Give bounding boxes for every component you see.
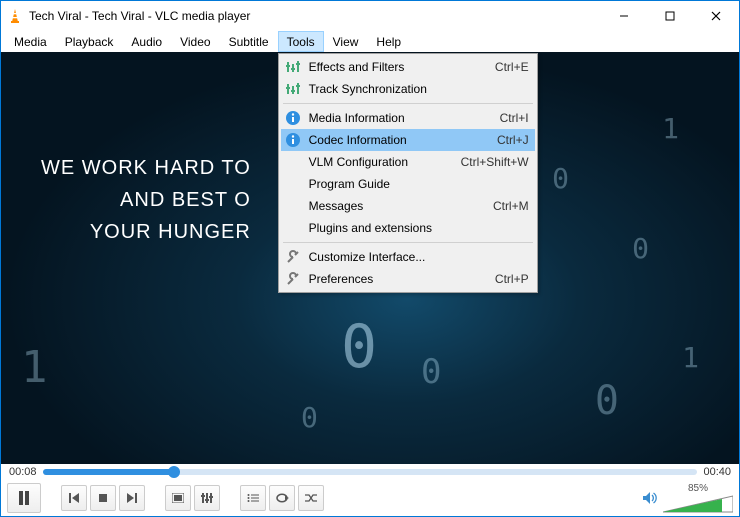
minimize-button[interactable] <box>601 1 647 31</box>
deco-digit: 1 <box>662 112 679 145</box>
menu-subtitle[interactable]: Subtitle <box>220 31 278 52</box>
menu-item-label: VLM Configuration <box>309 155 461 169</box>
blank-icon <box>285 198 301 214</box>
menu-item-label: Codec Information <box>309 133 497 147</box>
menu-video[interactable]: Video <box>171 31 219 52</box>
menu-item-label: Effects and Filters <box>309 60 495 74</box>
info-icon <box>285 132 301 148</box>
info-icon <box>285 110 301 126</box>
menu-audio[interactable]: Audio <box>122 31 171 52</box>
time-bar: 00:08 00:40 <box>1 464 739 480</box>
stop-button[interactable] <box>90 485 116 511</box>
menu-playback[interactable]: Playback <box>56 31 123 52</box>
menu-tools[interactable]: Tools Effects and FiltersCtrl+ETrack Syn… <box>278 31 324 52</box>
volume-percent: 85% <box>688 483 708 494</box>
blank-icon <box>285 154 301 170</box>
volume-icon[interactable] <box>640 488 660 508</box>
menubar: Media Playback Audio Video Subtitle Tool… <box>1 31 739 52</box>
menu-item-label: Messages <box>309 199 493 213</box>
time-elapsed: 00:08 <box>9 466 37 478</box>
deco-digit: 0 <box>632 232 649 265</box>
deco-digit: 1 <box>682 341 699 374</box>
menu-view[interactable]: View <box>324 31 368 52</box>
controls-bar: 85% <box>1 480 739 516</box>
vlc-cone-icon <box>7 8 23 24</box>
deco-digit: 0 <box>341 312 377 382</box>
deco-digit: 0 <box>595 378 619 424</box>
video-overlay-text: WE WORK HARD TO AND BEST O YOUR HUNGER <box>41 152 251 248</box>
tools-menu-item[interactable]: Effects and FiltersCtrl+E <box>281 56 535 78</box>
time-total: 00:40 <box>703 466 731 478</box>
window-title: Tech Viral - Tech Viral - VLC media play… <box>29 9 601 23</box>
menu-item-label: Media Information <box>309 111 500 125</box>
playlist-button[interactable] <box>240 485 266 511</box>
wrench-icon <box>285 271 301 287</box>
menu-item-shortcut: Ctrl+I <box>500 111 529 125</box>
tools-menu-item[interactable]: Customize Interface... <box>281 246 535 268</box>
menu-item-label: Track Synchronization <box>309 82 529 96</box>
tools-menu-item[interactable]: Track Synchronization <box>281 78 535 100</box>
volume-slider[interactable] <box>663 494 733 514</box>
tools-menu-item[interactable]: PreferencesCtrl+P <box>281 268 535 290</box>
next-button[interactable] <box>119 485 145 511</box>
tools-menu-item[interactable]: Plugins and extensions <box>281 217 535 239</box>
menu-item-shortcut: Ctrl+M <box>493 199 529 213</box>
extended-settings-button[interactable] <box>194 485 220 511</box>
deco-digit: 0 <box>301 401 318 434</box>
equalizer-icon <box>285 59 301 75</box>
close-button[interactable] <box>693 1 739 31</box>
titlebar: Tech Viral - Tech Viral - VLC media play… <box>1 1 739 31</box>
menu-item-label: Customize Interface... <box>309 250 529 264</box>
shuffle-button[interactable] <box>298 485 324 511</box>
tools-menu-item[interactable]: VLM ConfigurationCtrl+Shift+W <box>281 151 535 173</box>
menu-item-shortcut: Ctrl+E <box>495 60 529 74</box>
previous-button[interactable] <box>61 485 87 511</box>
menu-item-shortcut: Ctrl+J <box>497 133 529 147</box>
fullscreen-button[interactable] <box>165 485 191 511</box>
wrench-icon <box>285 249 301 265</box>
vlc-window: Tech Viral - Tech Viral - VLC media play… <box>0 0 740 517</box>
menu-item-label: Program Guide <box>309 177 529 191</box>
blank-icon <box>285 220 301 236</box>
maximize-button[interactable] <box>647 1 693 31</box>
tools-menu-item[interactable]: Codec InformationCtrl+J <box>281 129 535 151</box>
menu-item-shortcut: Ctrl+Shift+W <box>461 155 529 169</box>
menu-help[interactable]: Help <box>367 31 410 52</box>
menu-item-shortcut: Ctrl+P <box>495 272 529 286</box>
seek-slider[interactable] <box>43 469 698 475</box>
volume-area: 85% <box>663 483 733 514</box>
tools-dropdown: Effects and FiltersCtrl+E Track Synchroni… <box>278 53 538 293</box>
tools-menu-item[interactable]: Program Guide <box>281 173 535 195</box>
tools-menu-item[interactable]: Media InformationCtrl+I <box>281 107 535 129</box>
blank-icon <box>285 176 301 192</box>
menu-item-label: Plugins and extensions <box>309 221 529 235</box>
pause-button[interactable] <box>7 483 41 513</box>
deco-digit: 0 <box>421 352 441 392</box>
loop-button[interactable] <box>269 485 295 511</box>
equalizer-icon <box>285 81 301 97</box>
menu-media[interactable]: Media <box>5 31 56 52</box>
deco-digit: 1 <box>21 342 48 393</box>
tools-menu-item[interactable]: MessagesCtrl+M <box>281 195 535 217</box>
deco-digit: 0 <box>552 162 569 195</box>
menu-item-label: Preferences <box>309 272 495 286</box>
